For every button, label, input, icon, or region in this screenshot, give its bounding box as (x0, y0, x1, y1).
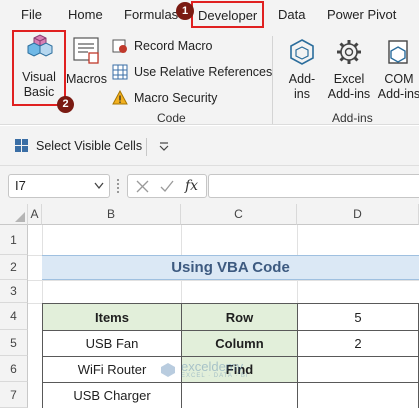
macros-button[interactable]: Macros (66, 36, 107, 96)
select-visible-cells-label: Select Visible Cells (36, 138, 143, 153)
visual-basic-label-1: Visual (22, 70, 56, 84)
row-header-7[interactable]: 7 (0, 382, 28, 408)
column-header-a[interactable]: A (28, 204, 42, 225)
formula-bar-grip-icon (117, 179, 120, 193)
tab-power-pivot[interactable]: Power Pivot (327, 7, 396, 22)
row-value-cell[interactable]: 5 (297, 303, 419, 331)
row-header-3[interactable]: 3 (0, 280, 28, 303)
column-header-c[interactable]: C (181, 204, 297, 225)
gear-icon (337, 40, 361, 64)
gridline (28, 280, 419, 281)
selected-cell[interactable] (297, 382, 419, 408)
addins-icon (290, 39, 314, 65)
record-macro-button[interactable]: Record Macro (112, 36, 213, 56)
sheet-title-cell[interactable]: Using VBA Code (42, 255, 419, 280)
tab-home[interactable]: Home (68, 7, 103, 22)
watermark-logo-icon (161, 362, 175, 377)
ribbon-tab-bar: File Home Formulas Developer Data Power … (0, 0, 419, 30)
enter-check-icon[interactable] (160, 180, 174, 193)
visual-basic-icon (27, 34, 53, 57)
formula-bar: I7 fx (0, 166, 419, 204)
addins-label-1: Add- (288, 72, 316, 86)
visual-basic-label-2: Basic (23, 85, 55, 99)
tab-developer[interactable]: Developer (191, 1, 265, 28)
select-visible-cells-icon (15, 139, 28, 152)
column-label-cell[interactable]: Column (181, 330, 298, 357)
row-header-4[interactable]: 4 (0, 303, 28, 330)
name-box[interactable]: I7 (8, 174, 110, 198)
name-box-value: I7 (15, 178, 26, 193)
watermark: exceldemy EXCEL · DATA · BI (160, 360, 249, 379)
row-header-6[interactable]: 6 (0, 356, 28, 382)
macros-icon (73, 37, 99, 64)
relative-references-label: Use Relative References (134, 65, 273, 79)
relative-references-icon (112, 64, 128, 80)
addins-group-label: Add-ins (332, 111, 373, 125)
row-header-1[interactable]: 1 (0, 225, 28, 255)
items-header-cell[interactable]: Items (42, 303, 182, 331)
code-group-label: Code (157, 111, 186, 125)
watermark-tagline: EXCEL · DATA · BI (181, 373, 249, 379)
addins-label-2: ins (294, 87, 310, 101)
macro-security-button[interactable]: Macro Security (112, 88, 217, 108)
customize-dropdown-icon (159, 142, 169, 151)
select-all-icon (15, 212, 25, 222)
column-value-cell[interactable]: 2 (297, 330, 419, 357)
record-macro-icon (112, 39, 127, 53)
macro-security-label: Macro Security (134, 91, 218, 105)
find-value-cell[interactable] (297, 356, 419, 383)
tab-formulas[interactable]: Formulas (124, 7, 178, 22)
item-cell[interactable]: USB Charger (42, 382, 182, 408)
empty-cell[interactable] (181, 382, 298, 408)
step-2-badge: 2 (57, 96, 74, 113)
cancel-icon[interactable] (136, 180, 149, 193)
chevron-down-icon[interactable] (94, 182, 104, 190)
record-macro-label: Record Macro (134, 39, 213, 53)
select-visible-cells-button[interactable]: Select Visible Cells (14, 138, 142, 153)
com-addins-icon (388, 40, 408, 64)
column-header-d[interactable]: D (297, 204, 419, 225)
com-addins-button[interactable]: COM Add-ins (376, 36, 419, 104)
use-relative-references-button[interactable]: Use Relative References (112, 62, 272, 82)
tab-data[interactable]: Data (278, 7, 305, 22)
row-label-cell[interactable]: Row (181, 303, 298, 331)
row-header-2[interactable]: 2 (0, 255, 28, 280)
addins-button[interactable]: Add- ins (282, 36, 322, 104)
macros-label: Macros (66, 72, 107, 86)
row-header-5[interactable]: 5 (0, 330, 28, 356)
qat-divider (146, 138, 147, 156)
column-header-b[interactable]: B (42, 204, 181, 225)
com-addins-label-2: Add-ins (377, 87, 419, 101)
select-all-corner[interactable] (0, 204, 28, 225)
warning-icon (112, 90, 128, 105)
formula-controls: fx (127, 174, 207, 198)
excel-addins-label-1: Excel (333, 72, 365, 86)
excel-addins-label-2: Add-ins (327, 87, 371, 101)
insert-function-icon[interactable]: fx (185, 178, 198, 194)
quick-access-toolbar: Select Visible Cells (0, 126, 419, 166)
group-divider (272, 36, 273, 124)
customize-qat-button[interactable] (158, 139, 172, 155)
excel-addins-button[interactable]: Excel Add-ins (326, 36, 372, 104)
com-addins-label-1: COM (384, 72, 414, 86)
tab-file[interactable]: File (21, 7, 42, 22)
watermark-name: exceldemy (181, 359, 244, 374)
step-1-badge: 1 (176, 2, 194, 20)
visual-basic-button[interactable]: Visual Basic (12, 30, 66, 106)
formula-input[interactable] (208, 174, 419, 198)
item-cell[interactable]: USB Fan (42, 330, 182, 357)
